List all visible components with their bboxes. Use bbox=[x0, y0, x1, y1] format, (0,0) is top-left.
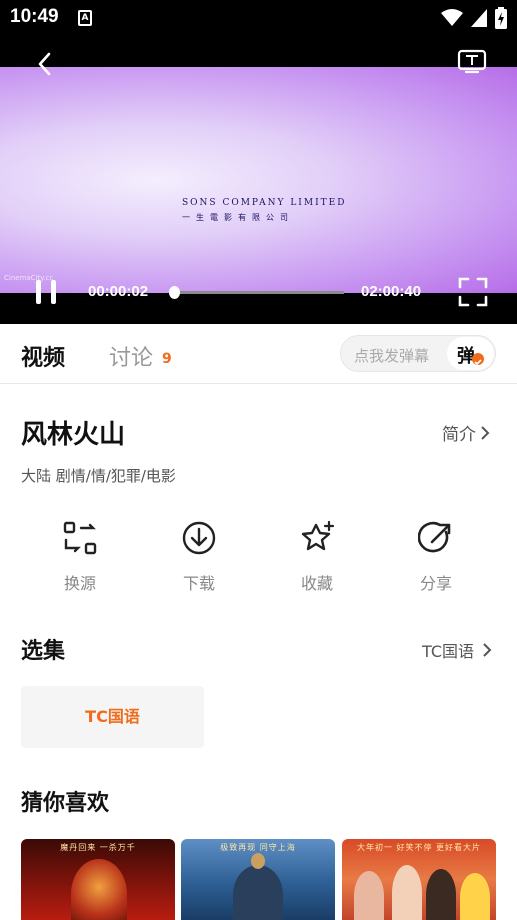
wifi-icon bbox=[441, 9, 463, 26]
share-label: 分享 bbox=[419, 574, 452, 593]
action-row: 换源 下载 收藏 分享 bbox=[0, 520, 517, 595]
status-time: 10:49 bbox=[10, 6, 59, 27]
swap-source-label: 换源 bbox=[63, 574, 96, 593]
status-bar: 10:49 A bbox=[0, 0, 517, 38]
signal-icon bbox=[471, 9, 487, 27]
poster-artwork bbox=[251, 853, 265, 869]
share-icon bbox=[418, 521, 451, 553]
download-button[interactable]: 下载 bbox=[159, 520, 239, 594]
total-time: 02:00:40 bbox=[361, 283, 422, 300]
swap-source-icon bbox=[63, 521, 97, 555]
movie-title: 风林火山 bbox=[21, 420, 126, 450]
discuss-count-badge: 9 bbox=[162, 351, 172, 367]
poster-artwork bbox=[71, 859, 127, 920]
favorite-star-icon bbox=[301, 520, 335, 551]
chevron-right-icon bbox=[483, 643, 492, 657]
progress-track[interactable] bbox=[174, 291, 344, 294]
episode-item[interactable]: TC国语 bbox=[21, 686, 204, 748]
favorite-button[interactable]: 收藏 bbox=[277, 520, 357, 594]
chevron-right-icon bbox=[481, 425, 490, 440]
poster-artwork bbox=[460, 873, 490, 920]
sim-icon: A bbox=[78, 10, 92, 26]
danmaku-placeholder: 点我发弹幕 bbox=[354, 347, 430, 365]
poster-tagline: 极致再现 同守上海 bbox=[220, 843, 296, 852]
poster-artwork bbox=[392, 865, 422, 920]
download-label: 下载 bbox=[182, 574, 215, 593]
recommend-title: 猜你喜欢 bbox=[21, 791, 110, 816]
tab-video[interactable]: 视频 bbox=[21, 340, 65, 372]
video-overlay-text: SONS COMPANY LIMITED bbox=[182, 198, 347, 208]
episodes-title: 选集 bbox=[21, 639, 66, 664]
progress-handle[interactable] bbox=[168, 286, 180, 299]
tab-discuss[interactable]: 讨论 bbox=[109, 340, 153, 372]
swap-source-button[interactable]: 换源 bbox=[40, 520, 120, 594]
player-controls: 00:00:02 02:00:40 bbox=[0, 274, 517, 310]
poster-artwork bbox=[354, 871, 384, 920]
status-icons bbox=[441, 7, 507, 29]
intro-label: 简介 bbox=[442, 425, 476, 445]
current-time: 00:00:02 bbox=[88, 283, 149, 300]
detail-tabs: 视频 讨论 9 点我发弹幕 弹 bbox=[0, 324, 517, 384]
poster-tagline: 大年初一 好笑不停 更好看大片 bbox=[356, 843, 482, 852]
poster-artwork bbox=[426, 869, 456, 920]
danmaku-input[interactable]: 点我发弹幕 弹 bbox=[340, 335, 496, 372]
intro-link[interactable]: 简介 bbox=[442, 420, 490, 445]
battery-icon bbox=[495, 7, 507, 29]
danmaku-toggle-button[interactable]: 弹 bbox=[447, 337, 494, 370]
episode-source-selector[interactable]: TC国语 bbox=[422, 638, 492, 662]
video-player[interactable]: SONS COMPANY LIMITED 一生電影有限公司 CinemaCity… bbox=[0, 38, 517, 324]
recommend-poster[interactable]: 极致再现 同守上海 bbox=[181, 839, 335, 920]
back-arrow-icon[interactable] bbox=[32, 50, 60, 78]
recommend-poster[interactable]: 大年初一 好笑不停 更好看大片 bbox=[342, 839, 496, 920]
poster-tagline: 魔丹回来 一杀万千 bbox=[60, 843, 136, 852]
recommend-poster[interactable]: 魔丹回来 一杀万千 bbox=[21, 839, 175, 920]
episode-source-label: TC国语 bbox=[422, 642, 475, 661]
video-overlay-subtext: 一生電影有限公司 bbox=[182, 213, 294, 222]
poster-artwork bbox=[233, 865, 283, 920]
download-icon bbox=[182, 521, 216, 555]
movie-meta: 大陆 剧情/情/犯罪/电影 bbox=[21, 467, 176, 485]
fullscreen-icon[interactable] bbox=[458, 277, 488, 307]
video-frame[interactable]: SONS COMPANY LIMITED 一生電影有限公司 CinemaCity… bbox=[0, 67, 517, 293]
tv-cast-icon[interactable] bbox=[457, 48, 487, 76]
favorite-label: 收藏 bbox=[300, 574, 333, 593]
share-button[interactable]: 分享 bbox=[396, 520, 476, 594]
check-icon bbox=[472, 353, 484, 366]
pause-icon[interactable] bbox=[33, 279, 59, 305]
